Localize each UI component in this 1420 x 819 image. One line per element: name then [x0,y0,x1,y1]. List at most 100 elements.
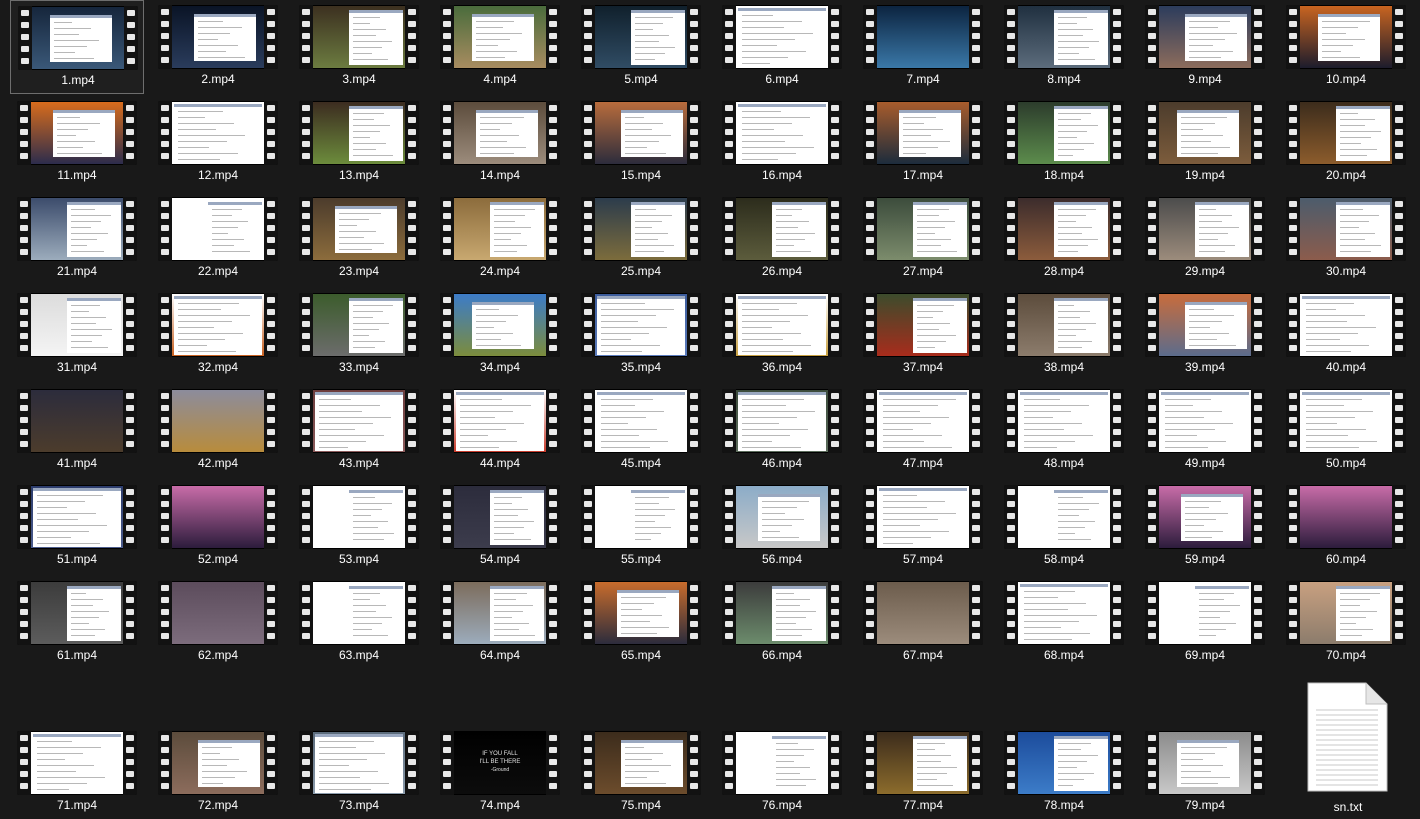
text-line [762,501,809,502]
video-file-item[interactable]: 41.mp4 [10,384,144,478]
video-file-item[interactable]: 77.mp4 [856,726,990,819]
video-file-item[interactable]: 24.mp4 [433,192,567,286]
video-file-item[interactable]: 57.mp4 [856,480,990,574]
video-file-item[interactable]: 22.mp4 [151,192,285,286]
video-file-item[interactable]: 70.mp4 [1279,576,1413,670]
text-line [1340,125,1365,126]
video-file-item[interactable]: 18.mp4 [997,96,1131,190]
video-file-item[interactable]: 37.mp4 [856,288,990,382]
video-file-item[interactable]: 33.mp4 [292,288,426,382]
video-file-item[interactable]: 55.mp4 [574,480,708,574]
video-file-item[interactable]: 65.mp4 [574,576,708,670]
text-file-item[interactable]: sn.txt [1296,682,1400,819]
sprocket-hole [1289,9,1297,15]
video-file-item[interactable]: 61.mp4 [10,576,144,670]
video-file-item[interactable]: 59.mp4 [1138,480,1272,574]
video-file-item[interactable]: 2.mp4 [151,0,285,94]
sprocket-hole [1395,513,1403,519]
video-file-item[interactable]: 4.mp4 [433,0,567,94]
video-file-item[interactable]: 30.mp4 [1279,192,1413,286]
video-file-item[interactable]: 21.mp4 [10,192,144,286]
text-line [37,747,101,748]
sprocket-hole [584,513,592,519]
video-file-item[interactable]: 52.mp4 [151,480,285,574]
sprocket-hole [126,621,134,627]
video-file-item[interactable]: 9.mp4 [1138,0,1272,94]
sprocket-hole [831,633,839,639]
video-file-item[interactable]: 63.mp4 [292,576,426,670]
video-file-item[interactable]: 16.mp4 [715,96,849,190]
video-file-item[interactable]: 6.mp4 [715,0,849,94]
video-file-item[interactable]: 56.mp4 [715,480,849,574]
file-name-label: 54.mp4 [479,552,521,566]
video-file-item[interactable]: 26.mp4 [715,192,849,286]
video-file-item[interactable]: 1.mp4 [10,0,144,94]
video-file-item[interactable]: 35.mp4 [574,288,708,382]
video-file-item[interactable]: 20.mp4 [1279,96,1413,190]
sprocket-hole [443,57,451,63]
sprocket-hole [443,309,451,315]
video-file-item[interactable]: 34.mp4 [433,288,567,382]
video-file-item[interactable]: 46.mp4 [715,384,849,478]
video-file-item[interactable]: 5.mp4 [574,0,708,94]
video-file-item[interactable]: 7.mp4 [856,0,990,94]
video-file-item[interactable]: 10.mp4 [1279,0,1413,94]
film-strip-right [123,101,137,165]
video-file-item[interactable]: 75.mp4 [574,726,708,819]
video-file-item[interactable]: 13.mp4 [292,96,426,190]
video-file-item[interactable]: 36.mp4 [715,288,849,382]
video-file-item[interactable]: 42.mp4 [151,384,285,478]
video-file-item[interactable]: 43.mp4 [292,384,426,478]
sprocket-hole [443,513,451,519]
video-file-item[interactable]: 11.mp4 [10,96,144,190]
video-file-item[interactable]: 47.mp4 [856,384,990,478]
video-file-item[interactable]: 50.mp4 [1279,384,1413,478]
video-file-item[interactable]: 64.mp4 [433,576,567,670]
video-file-item[interactable]: 29.mp4 [1138,192,1272,286]
video-file-item[interactable]: 51.mp4 [10,480,144,574]
video-file-item[interactable]: 62.mp4 [151,576,285,670]
video-file-item[interactable]: 40.mp4 [1279,288,1413,382]
video-file-item[interactable]: 72.mp4 [151,726,285,819]
sprocket-hole [126,117,134,123]
file-name-label: 9.mp4 [1188,72,1222,86]
video-file-item[interactable]: 8.mp4 [997,0,1131,94]
video-file-item[interactable]: 48.mp4 [997,384,1131,478]
video-file-item[interactable]: 49.mp4 [1138,384,1272,478]
video-file-item[interactable]: 58.mp4 [997,480,1131,574]
video-file-item[interactable]: 54.mp4 [433,480,567,574]
video-file-item[interactable]: 32.mp4 [151,288,285,382]
video-file-item[interactable]: 25.mp4 [574,192,708,286]
thumbnail-frame [172,390,264,452]
video-file-item[interactable]: 31.mp4 [10,288,144,382]
video-file-item[interactable]: 14.mp4 [433,96,567,190]
video-file-item[interactable]: 71.mp4 [10,726,144,819]
video-file-item[interactable]: 45.mp4 [574,384,708,478]
video-file-item[interactable]: 60.mp4 [1279,480,1413,574]
video-file-item[interactable]: 69.mp4 [1138,576,1272,670]
video-file-item[interactable]: 78.mp4 [997,726,1131,819]
video-file-item[interactable]: 53.mp4 [292,480,426,574]
video-file-item[interactable]: 15.mp4 [574,96,708,190]
video-file-item[interactable]: 79.mp4 [1138,726,1272,819]
video-file-item[interactable]: 44.mp4 [433,384,567,478]
video-file-item[interactable]: 66.mp4 [715,576,849,670]
video-file-item[interactable]: 28.mp4 [997,192,1131,286]
thumbnail-frame [31,294,123,356]
text-line [1185,525,1205,526]
video-file-item[interactable]: 73.mp4 [292,726,426,819]
video-file-item[interactable]: 67.mp4 [856,576,990,670]
video-file-item[interactable]: 39.mp4 [1138,288,1272,382]
video-file-item[interactable]: IF YOU FALL I'LL BE THERE -Ground 74.mp4 [433,726,567,819]
video-file-item[interactable]: 12.mp4 [151,96,285,190]
video-file-item[interactable]: 68.mp4 [997,576,1131,670]
video-file-item[interactable]: 3.mp4 [292,0,426,94]
video-file-item[interactable]: 23.mp4 [292,192,426,286]
text-line [1058,773,1094,774]
video-file-item[interactable]: 19.mp4 [1138,96,1272,190]
video-file-item[interactable]: 17.mp4 [856,96,990,190]
video-file-item[interactable]: 76.mp4 [715,726,849,819]
sprocket-hole [972,621,980,627]
video-file-item[interactable]: 27.mp4 [856,192,990,286]
video-file-item[interactable]: 38.mp4 [997,288,1131,382]
